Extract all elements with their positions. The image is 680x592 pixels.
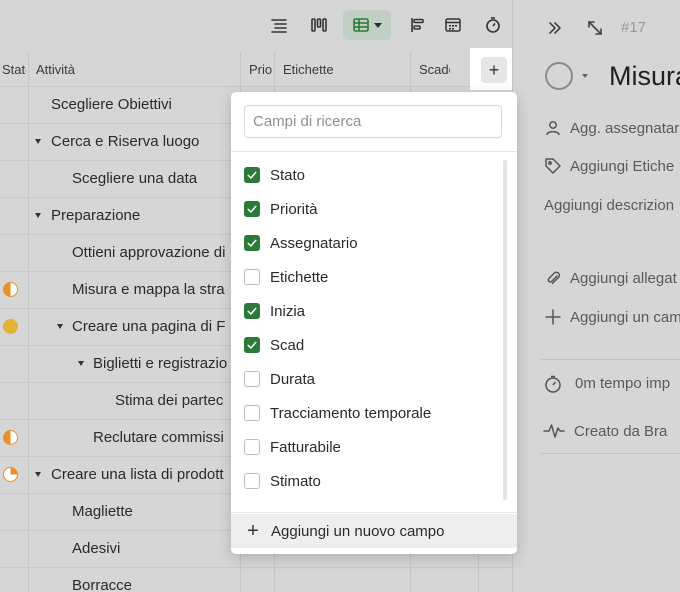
task-name[interactable]: Scegliere Obiettivi [51, 96, 238, 113]
add-attachment-link[interactable]: Aggiungi allegat [570, 270, 677, 287]
add-new-field-label: Aggiungi un nuovo campo [271, 522, 445, 540]
field-option-label: Durata [270, 370, 316, 388]
status-icon[interactable] [3, 282, 18, 297]
plus-icon [544, 308, 562, 326]
column-header-priority[interactable]: Priorità [249, 52, 273, 86]
paperclip-icon [544, 269, 562, 287]
table-view-icon [353, 18, 369, 32]
field-search-input[interactable] [244, 105, 502, 138]
field-option[interactable]: Tracciamento temporale [244, 396, 499, 430]
task-name[interactable]: Misura e mappa la stra [72, 281, 238, 298]
field-option-label: Priorità [270, 200, 318, 218]
user-icon [544, 119, 562, 137]
task-detail-pane: #17 Misura Agg. assegnatar Aggiungi Etic… [512, 0, 680, 592]
divider [231, 151, 517, 152]
task-title[interactable]: Misura [609, 61, 680, 92]
chevron-down-icon [374, 22, 382, 28]
field-option[interactable]: Inizia [244, 294, 499, 328]
list-view-icon[interactable] [264, 10, 294, 40]
add-description-link[interactable]: Aggiungi descrizion [544, 197, 674, 214]
checkbox-unchecked-icon[interactable] [244, 371, 260, 387]
status-icon[interactable] [3, 467, 18, 482]
field-option[interactable]: Stimato [244, 464, 499, 498]
checkbox-unchecked-icon[interactable] [244, 269, 260, 285]
expand-arrow-icon[interactable] [35, 213, 41, 218]
field-option-label: Assegnatario [270, 234, 358, 252]
timer-icon[interactable] [478, 10, 508, 40]
status-circle-icon[interactable] [545, 62, 573, 90]
task-name[interactable]: Borracce [72, 577, 238, 592]
checkbox-checked-icon[interactable] [244, 303, 260, 319]
expand-arrow-icon[interactable] [35, 139, 41, 144]
task-name[interactable]: Adesivi [72, 540, 238, 557]
calendar-view-icon[interactable] [438, 10, 468, 40]
task-name[interactable]: Ottieni approvazione di [72, 244, 238, 261]
task-name[interactable]: Reclutare commissi [93, 429, 238, 446]
status-icon[interactable] [3, 319, 18, 334]
task-name[interactable]: Creare una lista di prodott [51, 466, 238, 483]
task-name[interactable]: Creare una pagina di F [72, 318, 238, 335]
add-tags-link[interactable]: Aggiungi Etiche [570, 158, 674, 175]
field-option[interactable]: Etichette [244, 260, 499, 294]
stopwatch-icon [543, 374, 563, 394]
table-row[interactable]: Borracce [0, 567, 512, 592]
add-custom-field-link[interactable]: Aggiungi un cam [570, 309, 680, 326]
divider [541, 453, 680, 454]
field-option[interactable]: Stato [244, 158, 499, 192]
expand-arrow-icon[interactable] [35, 472, 41, 477]
expand-arrow-icon[interactable] [57, 324, 63, 329]
checkbox-unchecked-icon[interactable] [244, 473, 260, 489]
field-option-label: Stato [270, 166, 306, 184]
column-header-tags[interactable]: Etichette [283, 52, 403, 86]
field-option-label: Etichette [270, 268, 329, 286]
field-option[interactable]: Priorità [244, 192, 499, 226]
chevron-down-icon[interactable] [582, 74, 588, 78]
checkbox-checked-icon[interactable] [244, 201, 260, 217]
checkbox-checked-icon[interactable] [244, 167, 260, 183]
add-assignee-link[interactable]: Agg. assegnatar [570, 120, 679, 137]
field-option-label: Scad [270, 336, 305, 354]
divider [541, 359, 680, 360]
task-name[interactable]: Cerca e Riserva luogo [51, 133, 238, 150]
field-option[interactable]: Scad [244, 328, 499, 362]
task-name[interactable]: Scegliere una data [72, 170, 238, 187]
collapse-pane-icon[interactable] [545, 18, 565, 38]
expand-icon[interactable] [585, 18, 605, 38]
field-option-label: Fatturabile [270, 438, 341, 456]
field-option-label: Tracciamento temporale [270, 404, 432, 422]
checkbox-checked-icon[interactable] [244, 235, 260, 251]
field-option-label: Inizia [270, 302, 306, 320]
add-column-button[interactable]: + [481, 57, 507, 83]
column-picker-dropdown: Stato Priorità Assegnatario Etichette Inizia… [231, 92, 517, 554]
checkbox-unchecked-icon[interactable] [244, 439, 260, 455]
scrollbar[interactable] [503, 160, 507, 500]
time-tracked[interactable]: 0m tempo imp [575, 375, 670, 392]
expand-arrow-icon[interactable] [78, 361, 84, 366]
board-view-icon[interactable] [304, 10, 334, 40]
field-option[interactable]: Fatturabile [244, 430, 499, 464]
task-id: #17 [621, 19, 647, 36]
field-option[interactable]: Assegnatario [244, 226, 499, 260]
plus-icon: + [247, 519, 259, 542]
activity-icon [543, 422, 565, 440]
created-by: Creato da Bra [574, 423, 668, 440]
checkbox-unchecked-icon[interactable] [244, 405, 260, 421]
checkbox-checked-icon[interactable] [244, 337, 260, 353]
task-name[interactable]: Stima dei partec [115, 392, 238, 409]
table-view-button[interactable] [343, 10, 391, 40]
task-name[interactable]: Magliette [72, 503, 238, 520]
task-name[interactable]: Preparazione [51, 207, 238, 224]
field-option[interactable]: Durata [244, 362, 499, 396]
gantt-view-icon[interactable] [403, 10, 433, 40]
status-icon[interactable] [3, 430, 18, 445]
column-header-due[interactable]: Scadenza [419, 52, 450, 86]
column-header-status[interactable]: Stato [2, 52, 26, 86]
tag-icon [544, 157, 562, 175]
divider [231, 512, 517, 513]
column-header-task[interactable]: Attività [36, 52, 236, 86]
field-option-label: Stimato [270, 472, 321, 490]
task-name[interactable]: Biglietti e registrazio [93, 355, 238, 372]
add-new-field-button[interactable]: + Aggiungi un nuovo campo [231, 514, 517, 548]
plus-icon: + [488, 59, 500, 80]
